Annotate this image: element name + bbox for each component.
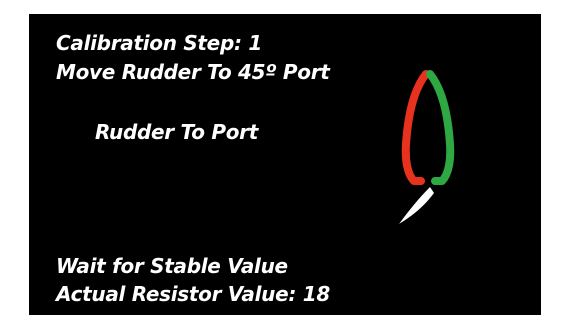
boat-hull-with-rudder-icon <box>399 70 455 224</box>
resistor-reading: Actual Resistor Value: 18 <box>56 282 330 306</box>
resistor-value: 18 <box>302 282 331 306</box>
rudder-direction-text: Rudder To Port <box>95 120 258 144</box>
hull-port-side <box>401 70 430 185</box>
wait-stable-message: Wait for Stable Value <box>56 254 288 278</box>
rudder-blade <box>399 187 434 224</box>
calibration-screen: Calibration Step: 1 Move Rudder To 45º P… <box>29 14 541 315</box>
calibration-step-heading: Calibration Step: 1 <box>56 31 262 55</box>
resistor-value-label: Actual Resistor Value: <box>56 282 297 306</box>
calibration-step-number: 1 <box>248 31 262 55</box>
calibration-instruction: Move Rudder To 45º Port <box>56 60 330 84</box>
hull-starboard-side <box>426 70 455 185</box>
calibration-step-label: Calibration Step: <box>56 31 242 55</box>
